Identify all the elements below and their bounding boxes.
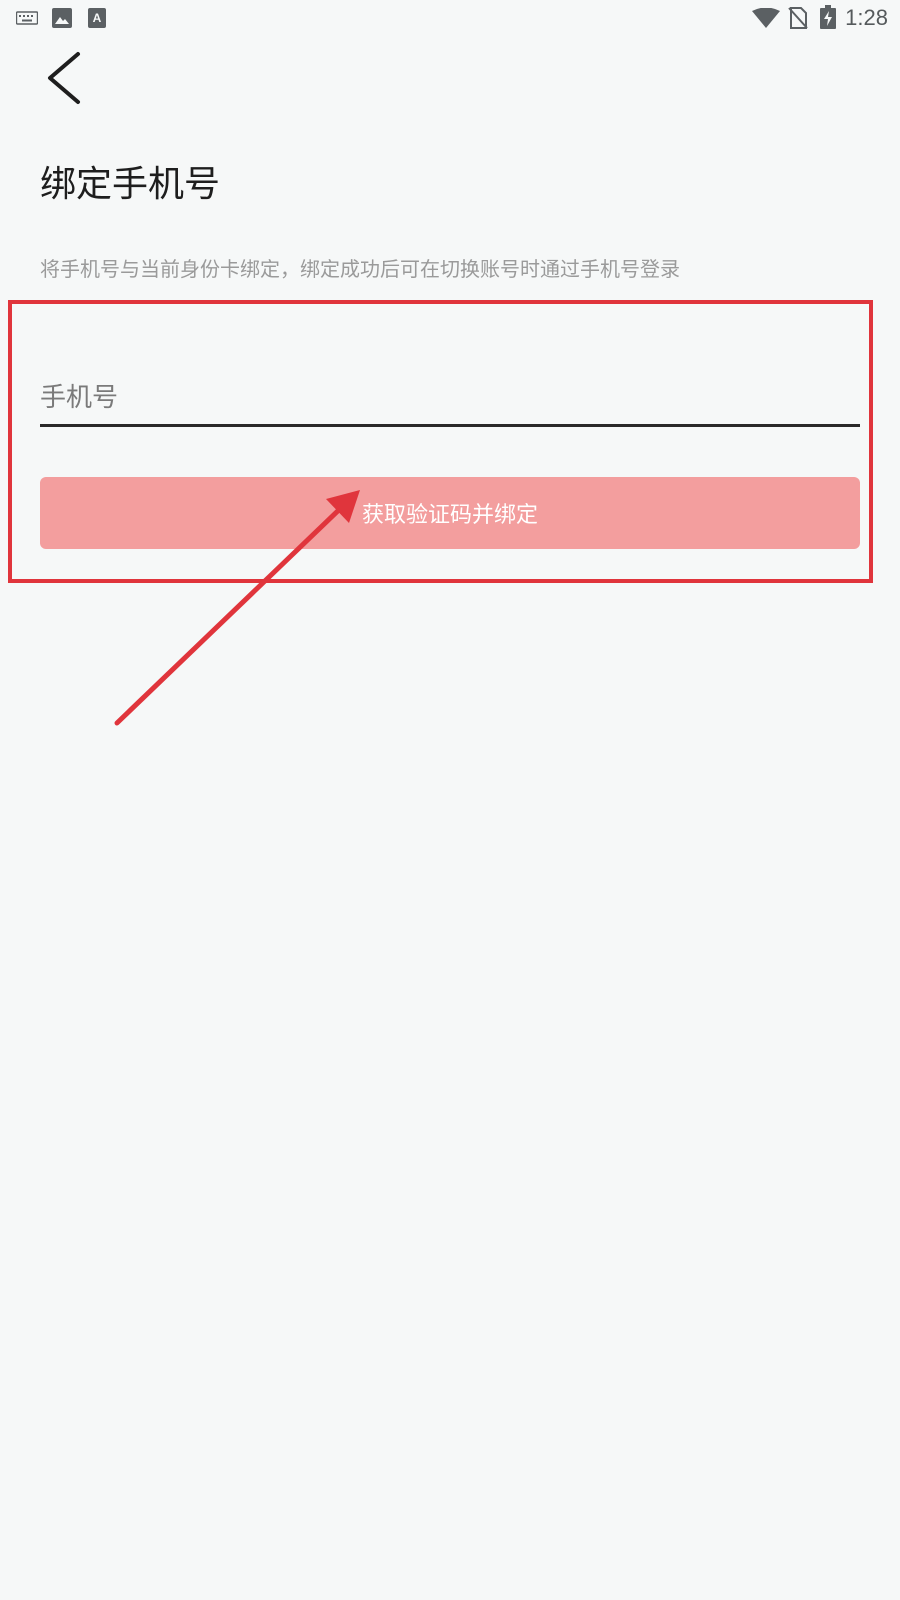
- wifi-icon: [752, 8, 780, 28]
- get-code-and-bind-button[interactable]: 获取验证码并绑定: [40, 477, 860, 549]
- page-title: 绑定手机号: [40, 164, 221, 205]
- no-sim-icon: [788, 7, 808, 29]
- keyboard-icon: [16, 11, 38, 25]
- status-bar: A 1:28: [0, 0, 900, 36]
- back-button[interactable]: [36, 46, 96, 110]
- page-description: 将手机号与当前身份卡绑定，绑定成功后可在切换账号时通过手机号登录: [40, 257, 680, 281]
- font-icon: A: [88, 8, 106, 28]
- image-icon: [52, 8, 72, 28]
- status-time: 1:28: [845, 5, 888, 30]
- battery-charging-icon: [820, 5, 836, 29]
- svg-text:A: A: [93, 11, 102, 25]
- phone-number-input[interactable]: [40, 372, 860, 427]
- chevron-left-icon: [48, 52, 80, 104]
- annotation-arrow: [114, 490, 360, 726]
